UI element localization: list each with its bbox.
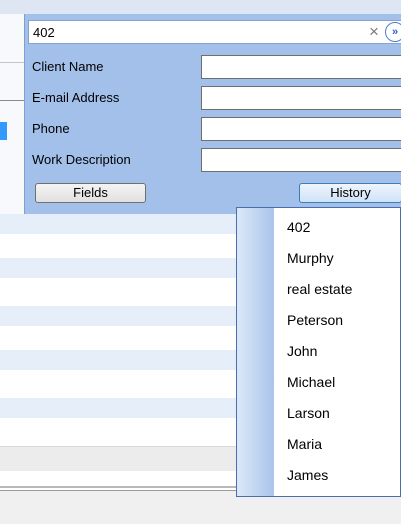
client-name-field[interactable] <box>201 55 401 79</box>
email-address-field[interactable] <box>201 86 401 110</box>
menu-gutter <box>237 208 274 496</box>
work-description-label: Work Description <box>32 152 131 167</box>
search-panel: × » Client Name E-mail Address Phone Wor… <box>24 14 401 214</box>
history-item[interactable]: Murphy <box>274 243 401 273</box>
go-icon[interactable]: » <box>385 22 401 42</box>
grid-divider <box>0 100 24 101</box>
fields-button[interactable]: Fields <box>35 183 146 203</box>
history-item[interactable]: Larson <box>274 398 401 428</box>
history-item[interactable]: Michael <box>274 367 401 397</box>
email-address-label: E-mail Address <box>32 90 120 105</box>
window-top-strip <box>0 0 401 14</box>
work-description-field[interactable] <box>201 148 401 172</box>
selected-row-marker <box>0 122 7 140</box>
close-icon[interactable]: × <box>366 23 382 41</box>
grid-left-band <box>0 14 24 214</box>
history-button[interactable]: History <box>299 183 401 203</box>
history-dropdown: 402 Murphy real estate Peterson John Mic… <box>236 207 401 497</box>
history-item[interactable]: Maria <box>274 429 401 459</box>
phone-field[interactable] <box>201 117 401 141</box>
search-box: × » <box>28 20 401 44</box>
history-item[interactable]: Peterson <box>274 305 401 335</box>
client-name-label: Client Name <box>32 59 104 74</box>
history-item[interactable]: James <box>274 460 401 490</box>
phone-label: Phone <box>32 121 70 136</box>
search-input[interactable] <box>33 23 363 41</box>
history-item[interactable]: real estate <box>274 274 401 304</box>
history-item[interactable]: John <box>274 336 401 366</box>
history-item[interactable]: 402 <box>274 212 401 242</box>
grid-header-line <box>0 62 24 63</box>
